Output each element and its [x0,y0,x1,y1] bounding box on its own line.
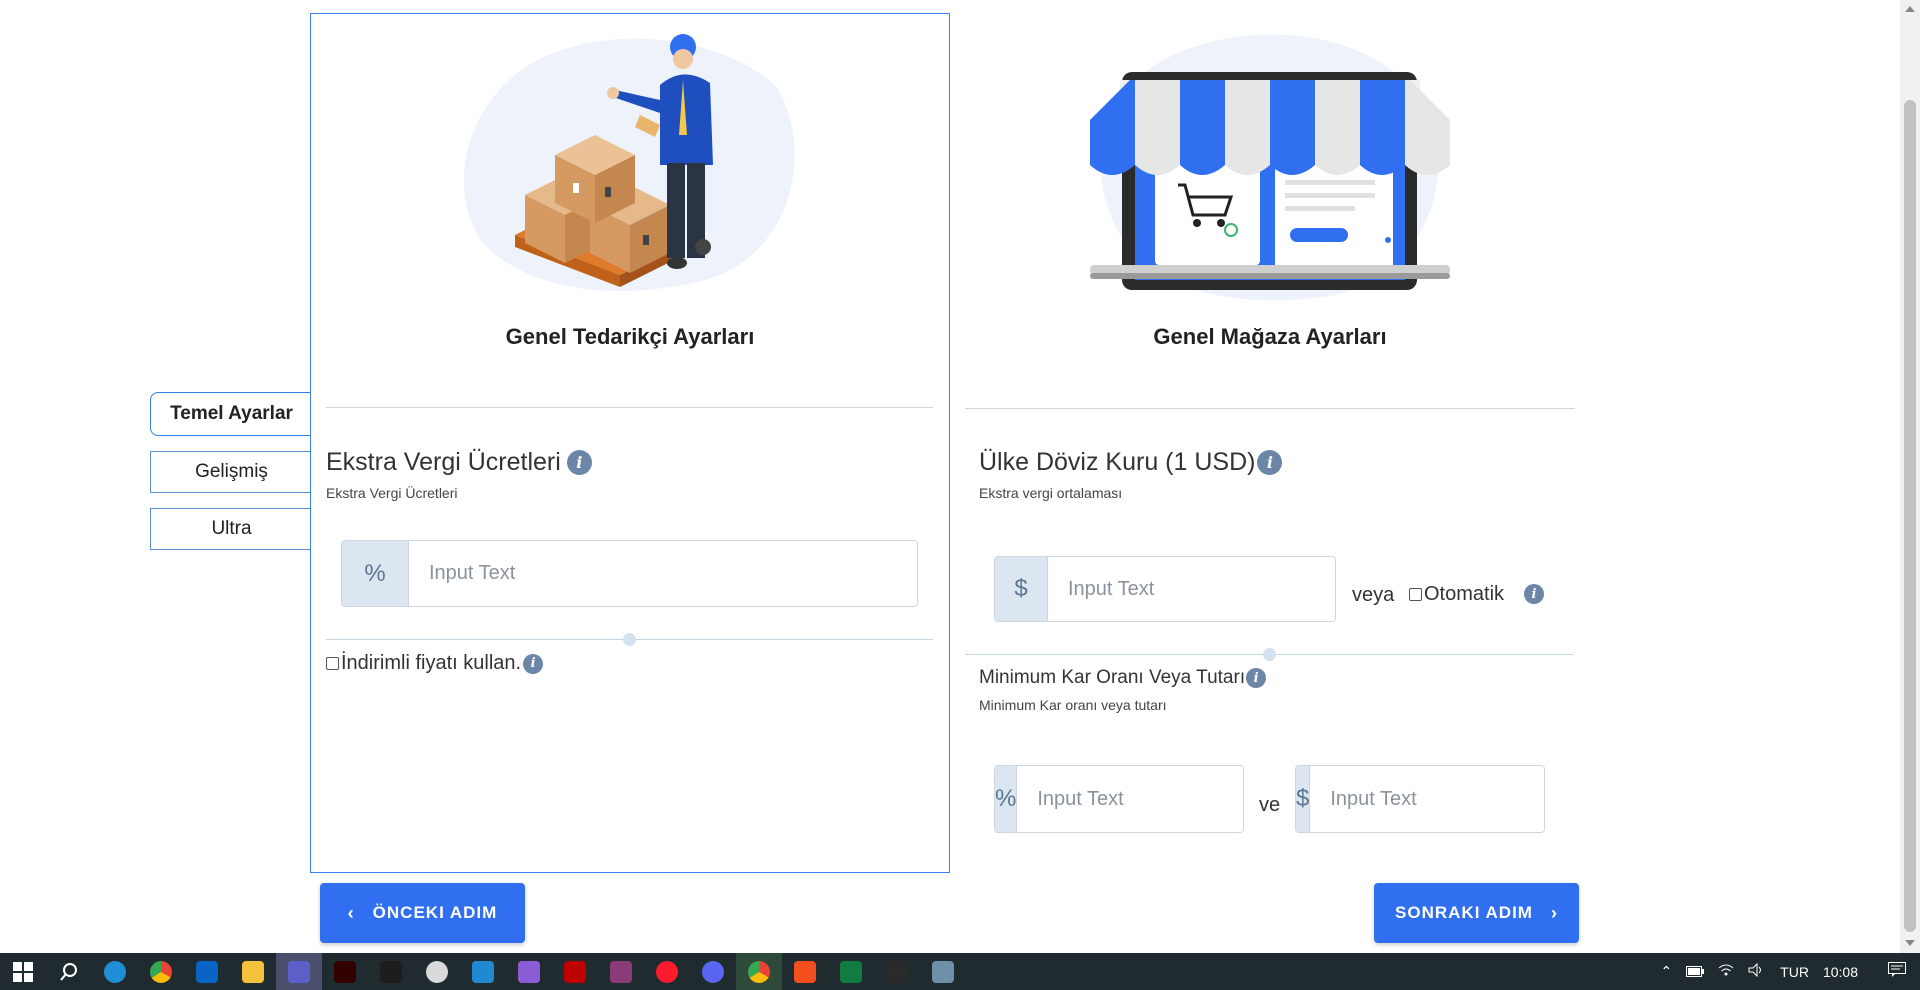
divider [326,407,933,408]
edge-icon[interactable] [92,953,138,990]
extra-tax-input[interactable] [409,541,917,606]
profit-percent-input-group: % [994,765,1244,833]
profit-amount-input[interactable] [1310,766,1544,832]
info-icon[interactable]: i [1524,584,1544,604]
chevron-left-icon: ‹ [347,902,355,923]
opera-icon[interactable] [644,953,690,990]
windows-start-icon[interactable] [0,953,46,990]
or-label: veya [1352,584,1395,606]
info-icon[interactable]: i [566,450,592,475]
tab-gelismis[interactable]: Gelişmiş [150,451,312,493]
currency-input-group: $ [994,556,1336,622]
vertical-scrollbar[interactable] [1900,0,1920,953]
scroll-up-arrow[interactable] [1905,6,1915,12]
outlook-icon[interactable] [184,953,230,990]
teams-icon[interactable] [276,953,322,990]
windows-taskbar: ⌃ TUR 10:08 [0,953,1920,990]
chevron-right-icon: › [1550,902,1558,923]
excel-icon[interactable] [828,953,874,990]
extra-tax-title: Ekstra Vergi Ücretleri i [326,448,592,477]
currency-title-text: Ülke Döviz Kuru (1 USD) [979,448,1256,476]
info-icon[interactable]: i [1257,450,1283,475]
info-icon[interactable]: i [523,653,544,674]
language-indicator[interactable]: TUR [1780,964,1809,980]
slider-handle[interactable] [1263,648,1276,661]
illustrator-icon[interactable] [322,953,368,990]
store-illustration [1090,34,1450,301]
previous-step-label: ÖNCEKI ADIM [372,903,498,922]
profit-percent-input[interactable] [1017,766,1243,832]
notification-icon[interactable] [1888,962,1906,981]
bridge-icon[interactable] [368,953,414,990]
currency-subtitle: Ekstra vergi ortalaması [979,485,1123,501]
percent-addon: % [342,541,409,606]
tab-ultra[interactable]: Ultra [150,508,312,550]
auto-row: Otomatik [1409,583,1504,606]
percent-addon: % [995,766,1018,832]
supplier-panel-title: Genel Tedarikçi Ayarları [505,324,755,349]
filezilla-icon[interactable] [552,953,598,990]
next-step-button[interactable]: SONRAKI ADIM › [1374,883,1579,943]
discount-price-row: İndirimli fiyatı kullan. i [326,652,544,675]
currency-input[interactable] [1048,557,1335,621]
discount-price-label: İndirimli fiyatı kullan. [341,652,522,674]
screenshot-tool-icon[interactable] [920,953,966,990]
chrome-icon[interactable] [138,953,184,990]
figma-icon[interactable] [782,953,828,990]
vscode-icon[interactable] [460,953,506,990]
clock[interactable]: 10:08 [1823,964,1858,980]
min-profit-title-text: Minimum Kar Oranı Veya Tutarı [979,667,1246,688]
tab-temel-ayarlar[interactable]: Temel Ayarlar [150,392,312,436]
scroll-down-arrow[interactable] [1905,940,1915,946]
store-panel-title: Genel Mağaza Ayarları [1153,324,1387,349]
supplier-illustration [463,34,795,291]
discord-icon[interactable] [690,953,736,990]
battery-icon[interactable] [1686,964,1705,980]
auto-label: Otomatik [1424,583,1505,605]
system-tray: ⌃ TUR 10:08 [1660,953,1920,990]
info-icon[interactable]: i [1246,668,1267,688]
paint-icon[interactable] [414,953,460,990]
discount-price-checkbox[interactable] [326,657,339,670]
wifi-icon[interactable] [1718,963,1734,980]
money-app-icon[interactable] [874,953,920,990]
dollar-addon: $ [995,557,1048,621]
slider-handle[interactable] [623,633,636,646]
extra-tax-title-text: Ekstra Vergi Ücretleri [326,448,561,476]
speaker-icon[interactable] [1748,962,1766,980]
chrome-active-icon[interactable] [736,953,782,990]
auto-checkbox[interactable] [1409,588,1422,601]
extra-tax-input-group: % [341,540,918,607]
search-icon[interactable] [46,953,92,990]
min-profit-title: Minimum Kar Oranı Veya Tutarı i [979,667,1267,689]
previous-step-button[interactable]: ‹ ÖNCEKI ADIM [320,883,525,943]
min-profit-subtitle: Minimum Kar oranı veya tutarı [979,697,1167,713]
divider [965,408,1575,409]
chevron-up-icon[interactable]: ⌃ [1660,963,1672,980]
dollar-addon: $ [1296,766,1311,832]
visual-studio-icon[interactable] [506,953,552,990]
file-explorer-icon[interactable] [230,953,276,990]
scroll-thumb[interactable] [1904,100,1916,932]
winrar-icon[interactable] [598,953,644,990]
currency-title: Ülke Döviz Kuru (1 USD) i [979,448,1283,477]
profit-amount-input-group: $ [1295,765,1545,833]
next-step-label: SONRAKI ADIM [1395,903,1533,922]
and-label: ve [1259,794,1281,816]
extra-tax-subtitle: Ekstra Vergi Ücretleri [326,485,458,501]
